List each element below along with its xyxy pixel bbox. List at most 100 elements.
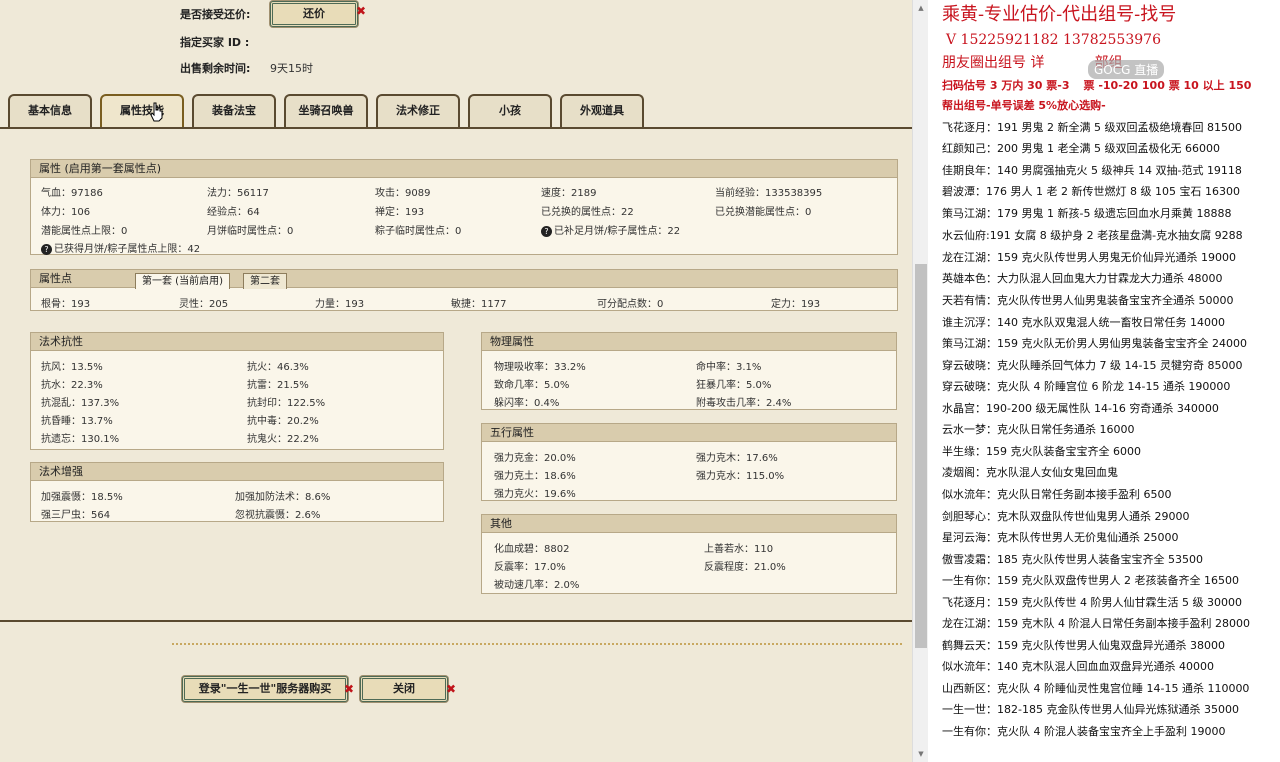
elem-fire: 强力克火：19.6% [494, 489, 576, 500]
attr-mp: 法力：56117 [207, 188, 269, 199]
physical-panel: 物理属性 物理吸收率：33.2% 命中率：3.1% 致命几率：5.0% 狂暴几率… [481, 332, 897, 410]
tab-equipment[interactable]: 装备法宝 [192, 94, 276, 128]
attr-exp: 当前经验：133538395 [715, 188, 823, 199]
tab-children[interactable]: 小孩 [468, 94, 552, 128]
attr-obtained-limit: ? 已获得月饼/粽子属性点上限：42 [41, 240, 200, 255]
hand-cursor-icon [150, 102, 163, 122]
tab-appearance-items[interactable]: 外观道具 [560, 94, 644, 128]
close-x-icon: ✖ [344, 682, 355, 696]
scrollbar[interactable]: ▲ ▼ [912, 0, 928, 762]
phys-crit: 致命几率：5.0% [494, 380, 570, 391]
other-passive-speed: 被动速几率：2.0% [494, 580, 580, 591]
listing-item: 飞花逐月：159 克火队传世 4 阶男人仙甘霖生活 5 级 30000 [942, 596, 1242, 609]
close-x-icon: ✖ [356, 4, 367, 18]
ad-phones: V 15225921182 13782553976 [946, 32, 1161, 48]
elem-earth: 强力克土：18.6% [494, 471, 576, 482]
enhance-ignore-stun: 忽视抗震慑：2.6% [235, 510, 321, 521]
listing-item: 策马江湖：179 男鬼 1 新孩-5 级遗忘回血水月乘黄 18888 [942, 207, 1232, 220]
phys-berserk: 狂暴几率：5.0% [696, 380, 772, 391]
listing-item: 英雄本色：大力队混人回血鬼大力甘霖龙大力通杀 48000 [942, 272, 1223, 285]
listing-item: 天若有情：克火队传世男人仙男鬼装备宝宝齐全通杀 50000 [942, 294, 1234, 307]
ad-scan: 扫码估号 3 万内 30 票-3 票 -10-20 100 票 10 以上 150 [942, 79, 1252, 92]
scrollbar-thumb[interactable] [915, 264, 927, 648]
listing-item: 穿云破晓：克火队睡杀回气体力 7 级 14-15 灵犍穷奇 85000 [942, 359, 1243, 372]
enhance-defense: 加强加防法术：8.6% [235, 492, 331, 503]
login-server-buy-button[interactable]: 登录"一生一世"服务器购买 [182, 676, 348, 702]
counter-offer-button[interactable]: 还价 [270, 1, 358, 27]
scroll-down-icon[interactable]: ▼ [913, 746, 929, 762]
attr-mooncake-temp: 月饼临时属性点：0 [207, 226, 294, 237]
enhance-panel: 法术增强 加强震慑：18.5% 加强加防法术：8.6% 强三尸虫：564 忽视抗… [30, 462, 444, 522]
other-water-virtue: 上善若水：110 [704, 544, 774, 555]
phys-hit: 命中率：3.1% [696, 362, 762, 373]
attr-potential-limit: 潜能属性点上限：0 [41, 226, 128, 237]
enhance-title: 法术增强 [31, 463, 443, 481]
listing-item: 碧波潭：176 男人 1 老 2 新传世燃灯 8 级 105 宝石 16300 [942, 185, 1240, 198]
resist-water: 抗水：22.3% [41, 380, 103, 391]
attr-zen: 禅定：193 [375, 207, 425, 218]
listing-item: 山西新区：克火队 4 阶睡仙灵性鬼宫位睡 14-15 通杀 110000 [942, 682, 1250, 695]
points-constitution: 根骨：193 [41, 299, 91, 310]
elem-metal: 强力克金：20.0% [494, 453, 576, 464]
help-icon[interactable]: ? [541, 225, 552, 237]
resist-fire: 抗火：46.3% [247, 362, 309, 373]
scroll-up-icon[interactable]: ▲ [913, 0, 929, 16]
other-title: 其他 [482, 515, 896, 533]
listing-item: 谁主沉浮：140 克水队双鬼混人统一畜牧日常任务 14000 [942, 316, 1225, 329]
close-button[interactable]: 关闭 [360, 676, 448, 702]
tab-content: 属性 (启用第一套属性点) 气血：97186 法力：56117 攻击：9089 … [0, 127, 912, 622]
phys-poison-attack: 附毒攻击几率：2.4% [696, 398, 792, 409]
divider [172, 643, 902, 645]
watermark-badge: GOCG 直播 [1088, 60, 1165, 79]
tab-points-set-1[interactable]: 第一套 (当前启用) [135, 273, 230, 289]
attr-supplemented: ? 已补足月饼/粽子属性点：22 [541, 222, 680, 237]
attr-exp-points: 经验点：64 [207, 207, 260, 218]
elements-title: 五行属性 [482, 424, 896, 442]
elem-wood: 强力克木：17.6% [696, 453, 778, 464]
listing-item: 鹤舞云天：159 克火队传世男人仙鬼双盘异光通杀 38000 [942, 639, 1225, 652]
points-available: 可分配点数：0 [597, 299, 664, 310]
enhance-stun: 加强震慑：18.5% [41, 492, 123, 503]
tab-basic-info[interactable]: 基本信息 [8, 94, 92, 128]
attributes-panel: 属性 (启用第一套属性点) 气血：97186 法力：56117 攻击：9089 … [30, 159, 898, 255]
attr-hp: 气血：97186 [41, 188, 103, 199]
ad-help: 帮出组号-单号误差 5%放心选购- [942, 99, 1106, 112]
attr-exchanged: 已兑换的属性点：22 [541, 207, 634, 218]
buyer-id-label: 指定买家 ID : [180, 36, 250, 49]
listing-item: 剑胆琴心：克木队双盘队传世仙鬼男人通杀 29000 [942, 510, 1190, 523]
listing-item: 一生有你：克火队 4 阶混人装备宝宝齐全上手盈利 19000 [942, 725, 1226, 738]
listing-item: 龙在江湖：159 克火队传世男人男鬼无价仙异光通杀 19000 [942, 251, 1236, 264]
ad-title: 乘黄-专业估价-代出组号-找号 [942, 4, 1177, 25]
resist-wind: 抗风：13.5% [41, 362, 103, 373]
other-panel: 其他 化血成碧：8802 上善若水：110 反震率：17.0% 反震程度：21.… [481, 514, 897, 594]
listing-item: 佳期良年：140 男腐强抽克火 5 级神兵 14 双抽-范式 19118 [942, 164, 1242, 177]
tab-spell-modifiers[interactable]: 法术修正 [376, 94, 460, 128]
listing-item: 凌烟阁：克水队混人女仙女鬼回血鬼 [942, 466, 1118, 479]
tab-mounts-summons[interactable]: 坐骑召唤兽 [284, 94, 368, 128]
resist-seal: 抗封印：122.5% [247, 398, 326, 409]
attr-speed: 速度：2189 [541, 188, 597, 199]
other-reflect-degree: 反震程度：21.0% [704, 562, 786, 573]
attr-stamina: 体力：106 [41, 207, 91, 218]
points-strength: 力量：193 [315, 299, 365, 310]
enhance-worm: 强三尸虫：564 [41, 510, 111, 521]
help-icon[interactable]: ? [41, 243, 52, 255]
points-agility: 敏捷：1177 [451, 299, 507, 310]
listing-item: 半生缘：159 克火队装备宝宝齐全 6000 [942, 445, 1141, 458]
resist-chaos: 抗混乱：137.3% [41, 398, 120, 409]
points-endurance: 定力：193 [771, 299, 821, 310]
elements-panel: 五行属性 强力克金：20.0% 强力克木：17.6% 强力克土：18.6% 强力… [481, 423, 897, 501]
resist-ghostfire: 抗鬼火：22.2% [247, 434, 319, 445]
listing-item: 龙在江湖：159 克木队 4 阶混人日常任务副本接手盈利 28000 [942, 617, 1250, 630]
resist-forget: 抗遗忘：130.1% [41, 434, 120, 445]
listing-item: 星河云海：克木队传世男人无价鬼仙通杀 25000 [942, 531, 1179, 544]
listing-item: 似水流年：克火队日常任务副本接手盈利 6500 [942, 488, 1172, 501]
elem-water: 强力克水：115.0% [696, 471, 785, 482]
listing-item: 似水流年：140 克木队混人回血血双盘异光通杀 40000 [942, 660, 1214, 673]
phys-absorb: 物理吸收率：33.2% [494, 362, 586, 373]
resist-sleep: 抗昏睡：13.7% [41, 416, 113, 427]
ad-panel: 乘黄-专业估价-代出组号-找号 V 15225921182 1378255397… [928, 0, 1280, 762]
tab-points-set-2[interactable]: 第二套 [243, 273, 287, 289]
tab-attributes-skills[interactable]: 属性技能 [100, 94, 184, 130]
resist-thunder: 抗雷：21.5% [247, 380, 309, 391]
